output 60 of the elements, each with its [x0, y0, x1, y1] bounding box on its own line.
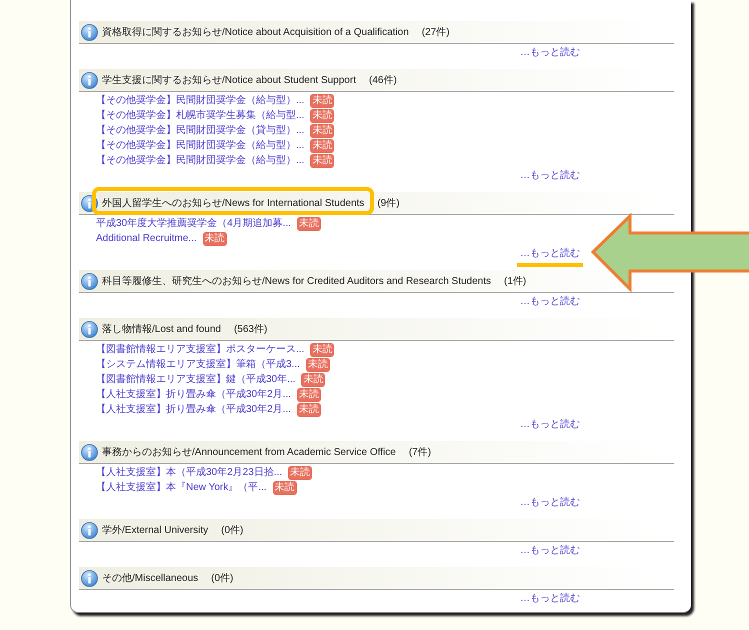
- unread-badge: 未読: [202, 232, 227, 246]
- read-more-link[interactable]: …もっと読む: [520, 46, 580, 58]
- read-more-link[interactable]: …もっと読む: [520, 170, 580, 182]
- unread-badge: 未読: [306, 358, 330, 372]
- unread-badge: 未読: [301, 372, 326, 386]
- info-icon: [81, 570, 98, 586]
- notice-link[interactable]: 【その他奨学金】民間財団奨学金（給与型）...: [96, 139, 304, 152]
- item-count: (0件): [211, 572, 234, 586]
- item-count: (27件): [422, 26, 450, 40]
- unread-badge: 未読: [272, 480, 297, 494]
- notice-link[interactable]: 【人社支援室】折り畳み傘（平成30年2月...: [96, 388, 292, 401]
- unread-badge: 未読: [310, 154, 334, 168]
- item-count: (7件): [408, 446, 432, 460]
- item-count: (0件): [221, 524, 244, 538]
- section-title: 学生支援に関するお知らせ/Notice about Student Support: [102, 74, 356, 88]
- unread-badge: 未読: [297, 402, 322, 416]
- unread-badge: 未読: [310, 124, 334, 138]
- notice-link[interactable]: 【人社支援室】折り畳み傘（平成30年2月...: [96, 403, 292, 416]
- info-icon: [81, 24, 98, 40]
- info-icon: [81, 72, 98, 88]
- read-more-link[interactable]: …もっと読む: [520, 544, 580, 556]
- notice-link[interactable]: 【人社支援室】本（平成30年2月23日拾...: [96, 466, 282, 479]
- unread-badge: 未読: [297, 216, 322, 230]
- notice-link[interactable]: 【その他奨学金】民間財団奨学金（給与型）...: [96, 94, 304, 107]
- read-more-link[interactable]: …もっと読む: [520, 296, 580, 308]
- info-icon: [81, 272, 98, 290]
- notice-link[interactable]: Additional Recruitme...: [96, 232, 197, 245]
- read-more-link[interactable]: …もっと読む: [520, 248, 580, 260]
- notice-link[interactable]: 【図書館情報エリア支援室】ポスターケース...: [96, 343, 304, 356]
- unread-badge: 未読: [288, 466, 312, 480]
- section-title: 科目等履修生、研究生へのお知らせ/News for Credited Auditors and Research Students: [102, 274, 492, 288]
- unread-badge: 未読: [310, 94, 334, 108]
- unread-badge: 未読: [310, 138, 334, 152]
- unread-badge: 未読: [310, 342, 334, 356]
- notice-link[interactable]: 【その他奨学金】民間財団奨学金（給与型）...: [96, 154, 304, 167]
- section-title: その他/Miscellaneous: [102, 572, 198, 586]
- unread-badge: 未読: [297, 388, 322, 402]
- notice-link[interactable]: 【その他奨学金】民間財団奨学金（貸与型）...: [96, 124, 304, 137]
- section-title: 学外/External University: [102, 524, 208, 538]
- section-title: 事務からのお知らせ/Announcement from Academic Service Office: [102, 446, 396, 460]
- item-count: (1件): [504, 274, 526, 288]
- info-icon: [81, 522, 98, 538]
- unread-badge: 未読: [310, 108, 334, 122]
- section-title: 外国人留学生へのお知らせ/News for International Students: [102, 196, 364, 210]
- read-more-link[interactable]: …もっと読む: [520, 592, 580, 604]
- item-count: (563件): [234, 322, 268, 336]
- section-title: 資格取得に関するお知らせ/Notice about Acquisition of a Qualification: [102, 26, 409, 40]
- notice-link[interactable]: 平成30年度大学推薦奨学金（4月期追加募...: [96, 217, 292, 230]
- read-more-link[interactable]: …もっと読む: [520, 496, 580, 508]
- notice-link[interactable]: 【人社支援室】本『New York』（平...: [96, 481, 267, 494]
- info-icon: [81, 444, 98, 460]
- item-count: (46件): [368, 74, 397, 88]
- notice-link[interactable]: 【システム情報エリア支援室】筆箱（平成3...: [96, 358, 300, 371]
- info-icon: [81, 194, 98, 212]
- notice-link[interactable]: 【その他奨学金】札幌市奨学生募集（給与型...: [96, 109, 304, 122]
- item-count: (9件): [377, 196, 400, 210]
- read-more-link[interactable]: …もっと読む: [520, 418, 580, 430]
- section-title: 落し物情報/Lost and found: [102, 322, 221, 336]
- notice-link[interactable]: 【図書館情報エリア支援室】鍵（平成30年...: [96, 373, 296, 386]
- info-icon: [81, 320, 98, 338]
